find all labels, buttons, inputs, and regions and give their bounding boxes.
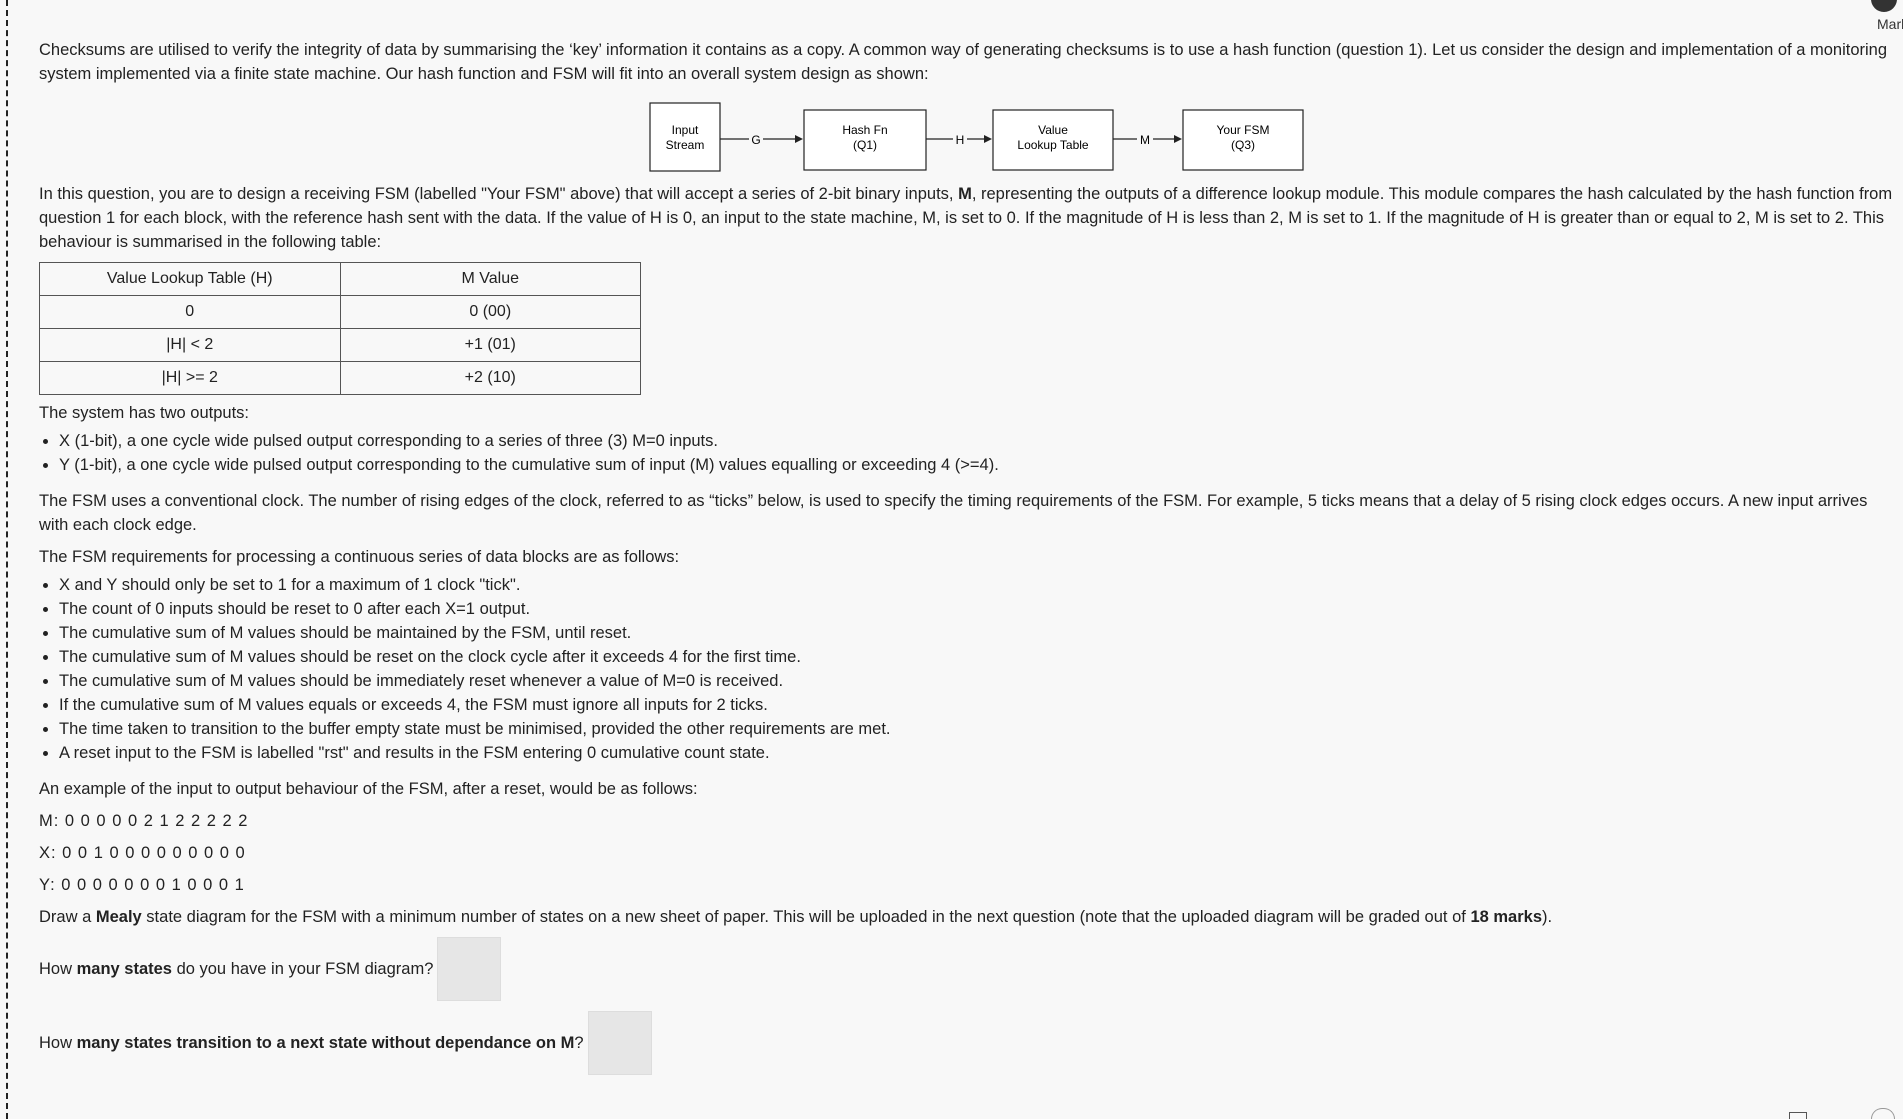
arrow-m-label: M — [1140, 133, 1150, 147]
block-input-stream-line2: Stream — [666, 138, 705, 152]
block-your-fsm-line2: (Q3) — [1231, 138, 1255, 152]
left-dashed-rule — [6, 0, 8, 1119]
marks-label: Mark — [1877, 16, 1903, 32]
draw-bold-mealy: Mealy — [95, 908, 142, 926]
q2-text-2: ? — [574, 1034, 584, 1052]
q1-text-1: How — [39, 960, 77, 978]
question-content: Checksums are utilised to verify the int… — [39, 38, 1899, 1075]
table-cell: |H| < 2 — [39, 328, 341, 362]
block-hash-fn-line2: (Q1) — [853, 138, 877, 152]
table-row: |H| >= 2 +2 (10) — [39, 361, 641, 395]
list-item: The time taken to transition to the buff… — [59, 717, 1899, 741]
draw-text-3: ). — [1542, 908, 1553, 926]
draw-bold-marks: 18 marks — [1470, 908, 1542, 926]
q1-text-2: do you have in your FSM diagram? — [171, 960, 434, 978]
list-item: Y (1-bit), a one cycle wide pulsed outpu… — [59, 453, 1899, 477]
q2-text-1: How — [39, 1034, 77, 1052]
draw-text-1: Draw a — [39, 908, 96, 926]
clock-paragraph: The FSM uses a conventional clock. The n… — [39, 492, 1868, 534]
system-block-diagram: Input Stream G Hash Fn (Q1) H Value Look… — [649, 102, 1304, 172]
table-header-m: M Value — [339, 262, 641, 296]
requirements-list: X and Y should only be set to 1 for a ma… — [39, 573, 1899, 765]
expand-icon[interactable] — [1789, 1112, 1807, 1119]
outputs-heading: The system has two outputs: — [39, 404, 250, 422]
question-transitions-label: How many states transition to a next sta… — [39, 1031, 584, 1055]
question-transitions-row: How many states transition to a next sta… — [39, 1011, 1899, 1075]
q2-bold: many states transition to a next state w… — [76, 1034, 575, 1052]
list-item: If the cumulative sum of M values equals… — [59, 693, 1899, 717]
value-lookup-table: Value Lookup Table (H) M Value 0 0 (00) … — [39, 262, 641, 395]
draw-text-2: state diagram for the FSM with a minimum… — [141, 908, 1471, 926]
intro-paragraph: Checksums are utilised to verify the int… — [39, 41, 1888, 83]
table-row: 0 0 (00) — [39, 295, 641, 329]
block-value-lookup-line1: Value — [1038, 123, 1068, 137]
table-header-h: Value Lookup Table (H) — [39, 262, 341, 296]
outputs-list: X (1-bit), a one cycle wide pulsed outpu… — [39, 429, 1899, 477]
list-item: The cumulative sum of M values should be… — [59, 645, 1899, 669]
arrow-g-label: G — [751, 133, 760, 147]
block-input-stream — [649, 102, 721, 172]
block-hash-fn-line1: Hash Fn — [842, 123, 887, 137]
help-icon[interactable] — [1871, 1108, 1895, 1119]
block-input-stream-line1: Input — [672, 123, 699, 137]
table-header-row: Value Lookup Table (H) M Value — [39, 262, 641, 296]
system-diagram-area: Input Stream G Hash Fn (Q1) H Value Look… — [39, 94, 1899, 176]
list-item: A reset input to the FSM is labelled "rs… — [59, 741, 1899, 765]
example-heading: An example of the input to output behavi… — [39, 780, 698, 798]
example-y-line: Y: 0 0 0 0 0 0 0 1 0 0 0 1 — [39, 876, 245, 894]
transitions-answer-input[interactable] — [587, 1011, 652, 1075]
question-states-label: How many states do you have in your FSM … — [39, 957, 433, 981]
table-cell: |H| >= 2 — [39, 361, 341, 395]
question-intro-bold-m: M — [958, 185, 972, 203]
q1-bold: many states — [76, 960, 172, 978]
arrow-m-head — [1174, 135, 1182, 143]
requirements-heading: The FSM requirements for processing a co… — [39, 548, 680, 566]
arrow-h-head — [984, 135, 992, 143]
block-your-fsm-line1: Your FSM — [1217, 123, 1270, 137]
question-intro-paragraph: In this question, you are to design a re… — [39, 182, 1899, 254]
draw-instruction: Draw a Mealy state diagram for the FSM w… — [39, 905, 1899, 929]
list-item: X (1-bit), a one cycle wide pulsed outpu… — [59, 429, 1899, 453]
states-answer-input[interactable] — [437, 937, 502, 1001]
list-item: The cumulative sum of M values should be… — [59, 621, 1899, 645]
table-row: |H| < 2 +1 (01) — [39, 328, 641, 362]
table-cell: 0 — [39, 295, 341, 329]
table-cell: +2 (10) — [339, 361, 641, 395]
example-m-line: M: 0 0 0 0 0 2 1 2 2 2 2 2 — [39, 812, 249, 830]
question-states-row: How many states do you have in your FSM … — [39, 937, 1899, 1001]
question-intro-text-1: In this question, you are to design a re… — [39, 185, 959, 203]
example-x-line: X: 0 0 1 0 0 0 0 0 0 0 0 0 — [39, 844, 246, 862]
table-cell: 0 (00) — [339, 295, 641, 329]
marks-badge-icon — [1871, 0, 1897, 12]
table-cell: +1 (01) — [339, 328, 641, 362]
arrow-g-head — [795, 135, 803, 143]
block-value-lookup-line2: Lookup Table — [1017, 138, 1089, 152]
list-item: X and Y should only be set to 1 for a ma… — [59, 573, 1899, 597]
list-item: The cumulative sum of M values should be… — [59, 669, 1899, 693]
arrow-h-label: H — [956, 133, 965, 147]
list-item: The count of 0 inputs should be reset to… — [59, 597, 1899, 621]
